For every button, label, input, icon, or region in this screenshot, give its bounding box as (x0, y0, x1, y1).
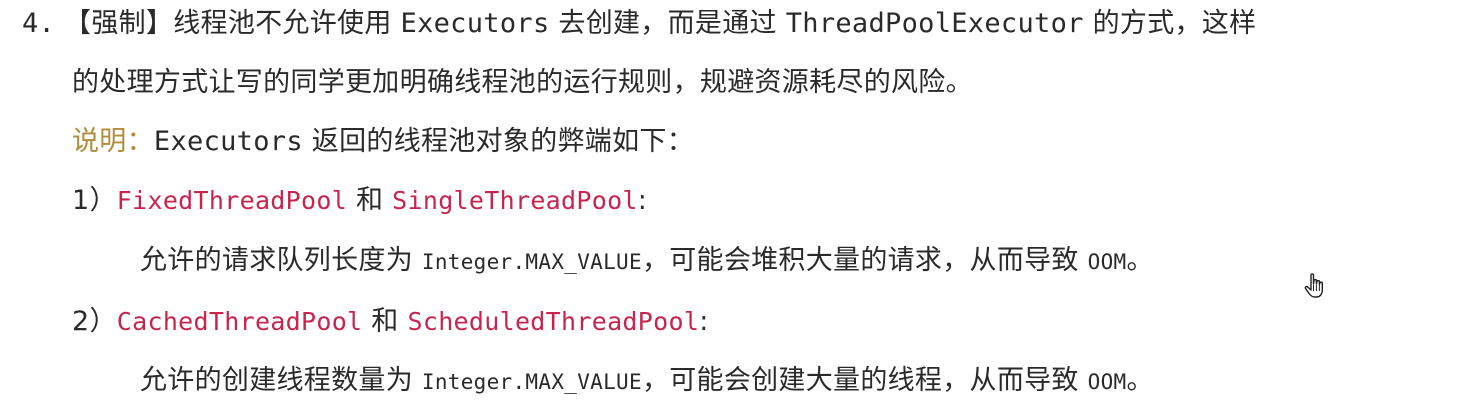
point-end: 。 (1126, 245, 1154, 276)
rule-4-line-1: 4. 【强制】线程池不允许使用 Executors 去创建，而是通过 Threa… (22, 4, 1256, 44)
point-desc-a: 允许的创建线程数量为 (140, 365, 413, 396)
code-oom: OOM (1087, 250, 1127, 274)
point-and: 和 (371, 306, 399, 337)
document-page: { "item4": { "number": "4.", "tag": "【强制… (0, 0, 1465, 402)
point-index: 1） (72, 185, 117, 216)
code-executors: Executors (400, 8, 550, 39)
point-colon: : (637, 185, 648, 216)
point-end: 。 (1126, 365, 1154, 396)
point-desc-a: 允许的请求队列长度为 (140, 245, 413, 276)
code-single-thread-pool: SingleThreadPool (392, 186, 638, 215)
rule-text-b: 去创建，而是通过 (558, 8, 777, 39)
point-desc-b: ，可能会创建大量的线程，从而导致 (641, 365, 1079, 396)
point-index: 2） (72, 306, 117, 337)
explanation-line: 说明：Executors 返回的线程池对象的弊端如下： (72, 122, 694, 162)
code-integer-max-value: Integer.MAX_VALUE (421, 370, 642, 394)
hand-pointer-icon (1304, 273, 1323, 298)
rule-text-c: 的方式，这样 (1092, 8, 1257, 39)
code-scheduled-thread-pool: ScheduledThreadPool (407, 307, 700, 336)
code-executors-explanation: Executors (153, 126, 303, 157)
code-integer-max-value: Integer.MAX_VALUE (421, 250, 642, 274)
point-2-heading: 2）CachedThreadPool 和 ScheduledThreadPool… (72, 302, 709, 342)
point-2-description: 允许的创建线程数量为 Integer.MAX_VALUE，可能会创建大量的线程，… (140, 361, 1154, 402)
rule-text-line-2: 的处理方式让写的同学更加明确线程池的运行规则，规避资源耗尽的风险。 (72, 67, 973, 98)
point-1-heading: 1）FixedThreadPool 和 SingleThreadPool: (72, 181, 647, 221)
code-oom: OOM (1087, 370, 1127, 394)
explanation-label: 说明： (72, 126, 154, 157)
rule-4-line-2: 的处理方式让写的同学更加明确线程池的运行规则，规避资源耗尽的风险。 (72, 63, 973, 103)
point-1-description: 允许的请求队列长度为 Integer.MAX_VALUE，可能会堆积大量的请求，… (140, 241, 1154, 282)
point-colon: : (699, 306, 709, 337)
rule-tag: 【强制】 (64, 8, 174, 39)
explanation-text: 返回的线程池对象的弊端如下： (311, 126, 694, 157)
rule-text-a: 线程池不允许使用 (173, 8, 392, 39)
point-desc-b: ，可能会堆积大量的请求，从而导致 (641, 245, 1079, 276)
point-and: 和 (355, 185, 384, 216)
rule-number: 4. (22, 8, 56, 39)
code-fixed-thread-pool: FixedThreadPool (116, 186, 348, 215)
code-cached-thread-pool: CachedThreadPool (116, 307, 363, 336)
code-thread-pool-executor: ThreadPoolExecutor (785, 8, 1084, 39)
